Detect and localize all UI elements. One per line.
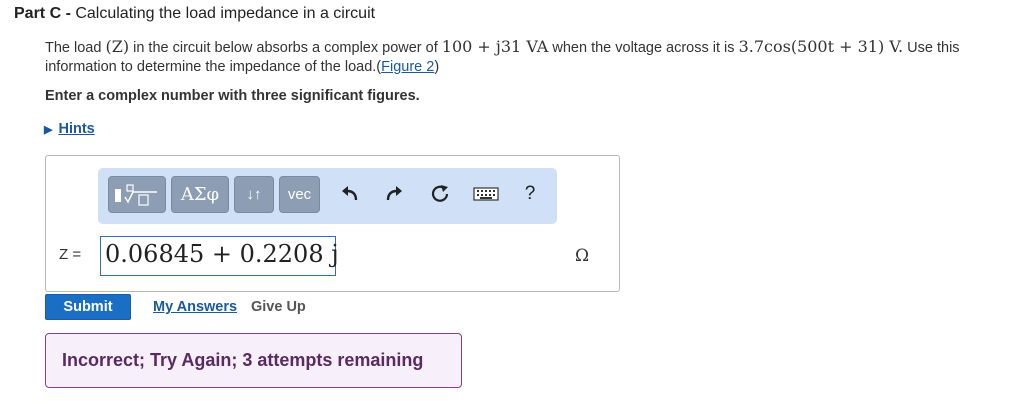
- answer-input[interactable]: 0.06845 + 0.2208 j: [100, 236, 339, 276]
- problem-text: in the circuit below absorbs a complex p…: [129, 40, 442, 56]
- my-answers-link[interactable]: My Answers: [153, 299, 237, 315]
- templates-button[interactable]: [108, 176, 166, 213]
- feedback-box: Incorrect; Try Again; 3 attempts remaini…: [45, 333, 462, 388]
- instruction: Enter a complex number with three signif…: [45, 88, 420, 104]
- problem-text: ): [434, 59, 440, 75]
- part-title: Part C - Calculating the load impedance …: [14, 5, 375, 23]
- vector-button[interactable]: vec: [279, 176, 320, 213]
- arrows-button[interactable]: ↓↑: [234, 176, 274, 213]
- undo-icon[interactable]: [337, 179, 363, 209]
- problem-text: when the voltage across it is: [548, 40, 739, 56]
- variable-label: Z =: [59, 246, 82, 263]
- problem-text: The load: [45, 40, 106, 56]
- keyboard-icon[interactable]: [472, 179, 500, 209]
- give-up-link[interactable]: Give Up: [251, 299, 306, 315]
- math-voltage: 3.7cos(500t + 31) V.: [738, 37, 904, 56]
- math-complex-power: 100 + j31 VA: [441, 37, 549, 56]
- templates-icon: [115, 183, 157, 206]
- help-button[interactable]: ?: [518, 179, 542, 209]
- reset-icon[interactable]: [427, 179, 453, 209]
- part-heading: Calculating the load impedance in a circ…: [75, 5, 376, 22]
- caret-right-icon: ▶: [44, 124, 53, 136]
- greek-symbols-button[interactable]: ΑΣφ: [171, 176, 229, 213]
- redo-icon[interactable]: [381, 179, 407, 209]
- part-separator: -: [61, 5, 76, 22]
- submit-button[interactable]: Submit: [45, 294, 131, 320]
- figure-link[interactable]: Figure 2: [381, 59, 434, 75]
- math-load-symbol: (Z): [105, 37, 130, 56]
- hints-label: Hints: [58, 121, 95, 137]
- part-label: Part C: [14, 5, 62, 22]
- unit-label: Ω: [575, 246, 590, 266]
- hints-toggle[interactable]: ▶ Hints: [44, 121, 95, 137]
- answer-value: 0.06845 + 0.2208 j: [105, 240, 339, 268]
- problem-statement: The load (Z) in the circuit below absorb…: [45, 37, 1015, 77]
- feedback-message: Incorrect; Try Again; 3 attempts remaini…: [62, 350, 424, 370]
